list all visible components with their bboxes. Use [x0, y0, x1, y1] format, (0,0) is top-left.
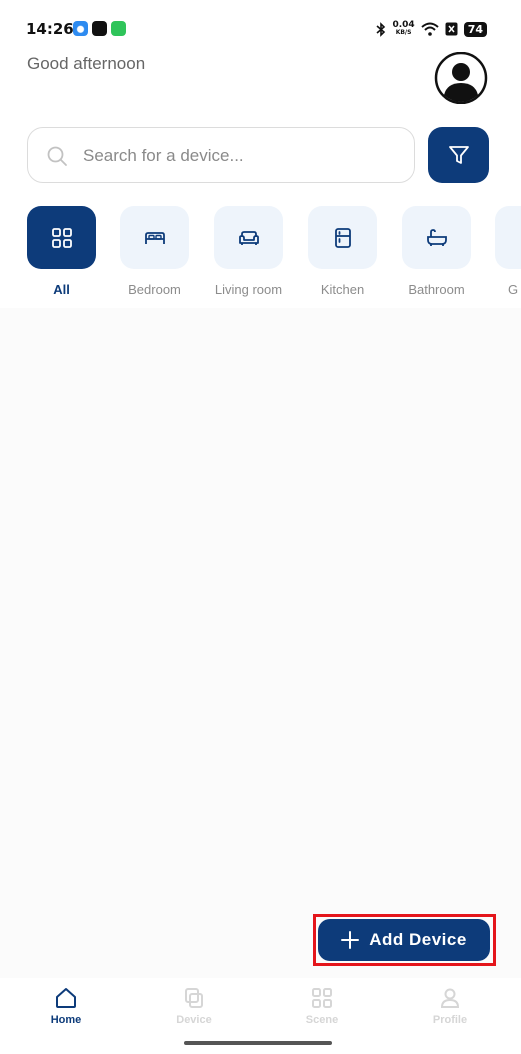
plus-icon	[341, 931, 360, 949]
status-bar: 14:26 0.04 KB/S 74	[0, 14, 521, 44]
sofa-icon	[238, 230, 259, 245]
category-label: Bathroom	[408, 282, 465, 297]
wifi-icon	[421, 22, 439, 36]
nav-label: Device	[176, 1014, 212, 1026]
nav-profile[interactable]: Profile	[400, 986, 500, 1026]
greeting-text: Good afternoon	[27, 54, 146, 73]
device-list-area	[0, 308, 521, 978]
filter-button[interactable]	[428, 127, 489, 183]
home-indicator[interactable]	[184, 1041, 332, 1045]
category-more[interactable]: G	[495, 206, 521, 297]
network-speed: 0.04 KB/S	[392, 21, 414, 37]
fridge-icon	[334, 227, 351, 248]
nav-scene[interactable]: Scene	[272, 986, 372, 1026]
grid-icon	[51, 227, 72, 248]
tiktok-icon	[92, 21, 107, 36]
app-notification-icon	[73, 21, 88, 36]
network-speed-value: 0.04	[392, 20, 415, 30]
status-time: 14:26	[26, 20, 74, 38]
search-icon	[47, 146, 67, 166]
user-avatar-icon	[434, 51, 488, 105]
status-indicators: 0.04 KB/S 74	[376, 21, 487, 37]
nav-device[interactable]: Device	[144, 986, 244, 1026]
nav-label: Scene	[305, 1014, 339, 1026]
category-label: Living room	[214, 282, 283, 297]
filter-icon	[448, 146, 469, 164]
home-icon	[56, 988, 76, 1008]
add-device-button[interactable]: Add Device	[318, 919, 490, 961]
category-all[interactable]: All	[27, 206, 96, 297]
category-tile[interactable]	[402, 206, 471, 269]
app-frame: 14:26 0.04 KB/S 74 Good afternoon Search…	[0, 0, 521, 1054]
category-bedroom[interactable]: Bedroom	[120, 206, 189, 297]
category-tile[interactable]	[308, 206, 377, 269]
search-bar[interactable]: Search for a device...	[27, 127, 415, 183]
category-tile[interactable]	[214, 206, 283, 269]
battery-level: 74	[467, 22, 483, 36]
category-label: Kitchen	[320, 282, 365, 297]
sim-icon	[445, 22, 458, 36]
nav-label: Home	[50, 1014, 82, 1026]
category-tile[interactable]	[120, 206, 189, 269]
avatar-button[interactable]	[433, 51, 489, 105]
category-tile[interactable]	[27, 206, 96, 269]
device-icon	[185, 988, 203, 1008]
status-app-icons	[73, 21, 126, 36]
bluetooth-icon	[376, 21, 386, 37]
nav-label: Profile	[432, 1014, 468, 1026]
nav-home[interactable]: Home	[16, 986, 116, 1026]
bed-icon	[144, 231, 165, 244]
add-device-label: Add Device	[369, 930, 467, 949]
category-bathroom[interactable]: Bathroom	[402, 206, 471, 297]
profile-icon	[440, 988, 460, 1008]
category-list: All Bedroom Living room Kitchen Bathroom…	[27, 206, 521, 306]
category-living-room[interactable]: Living room	[214, 206, 283, 297]
category-kitchen[interactable]: Kitchen	[308, 206, 377, 297]
scene-icon	[312, 988, 332, 1008]
category-label: G	[508, 282, 519, 297]
bathtub-icon	[426, 228, 447, 246]
category-tile[interactable]	[495, 206, 521, 269]
search-input[interactable]: Search for a device...	[83, 146, 244, 166]
category-label: Bedroom	[128, 282, 181, 297]
app-green-icon	[111, 21, 126, 36]
network-speed-unit: KB/S	[395, 29, 412, 36]
battery-indicator: 74	[463, 21, 487, 37]
